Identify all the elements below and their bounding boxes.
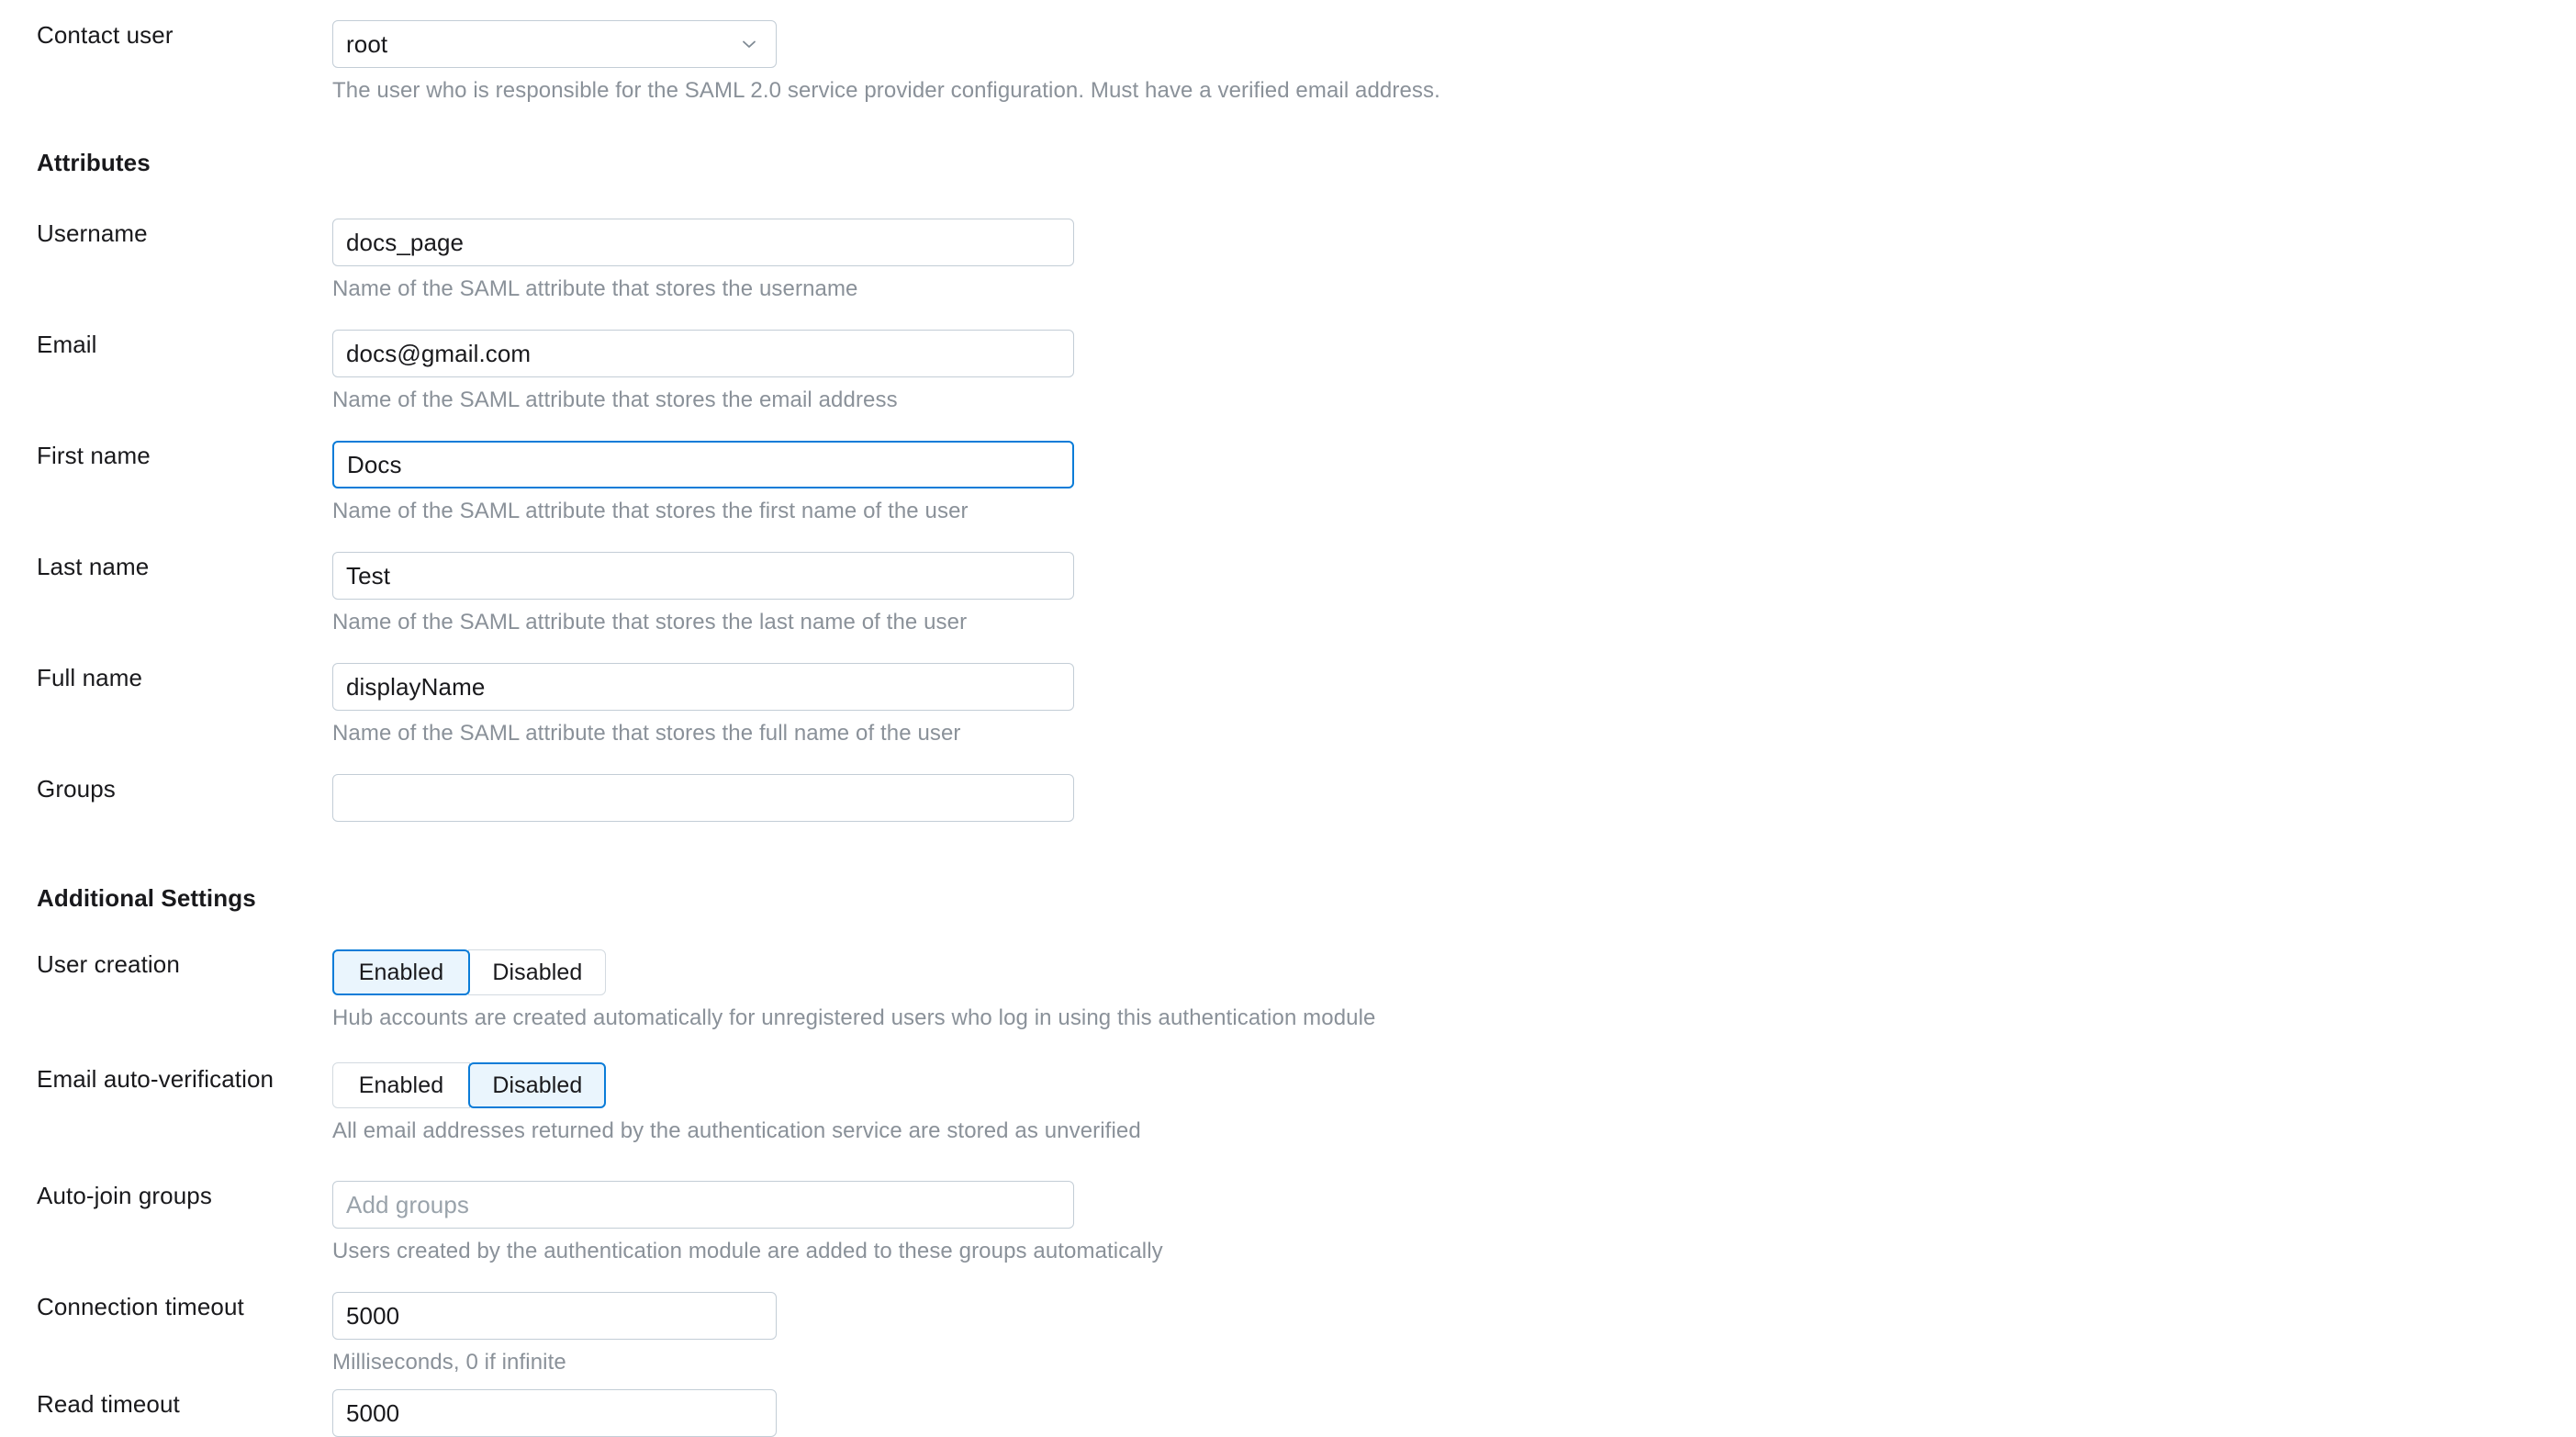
user-creation-option-disabled[interactable]: Disabled (468, 949, 607, 995)
first-name-value: Docs (347, 450, 402, 478)
field-label-first-name: First name (37, 442, 151, 469)
last-name-value: Test (346, 561, 391, 589)
field-help-connection-timeout: Milliseconds, 0 if infinite (332, 1350, 566, 1375)
user-creation-toggle-group: Enabled Disabled (332, 949, 607, 995)
field-help-full-name: Name of the SAML attribute that stores t… (332, 721, 961, 746)
full-name-input[interactable]: displayName (332, 663, 1074, 711)
read-timeout-value: 5000 (346, 1398, 400, 1427)
last-name-input[interactable]: Test (332, 552, 1074, 600)
chevron-down-icon (739, 34, 759, 54)
groups-input[interactable] (332, 774, 1074, 822)
field-help-last-name: Name of the SAML attribute that stores t… (332, 610, 968, 634)
email-auto-verification-option-disabled[interactable]: Disabled (468, 1062, 607, 1108)
field-help-auto-join-groups: Users created by the authentication modu… (332, 1239, 1163, 1263)
field-label-groups: Groups (37, 775, 116, 803)
field-row-contact-user: Contact user root The user who is respon… (0, 20, 2576, 105)
full-name-value: displayName (346, 672, 486, 701)
field-label-email-auto-verification: Email auto-verification (37, 1065, 274, 1093)
field-row-last-name: Last name Test Name of the SAML attribut… (0, 552, 2576, 636)
section-heading-attributes: Attributes (37, 149, 151, 176)
field-label-email: Email (37, 331, 97, 358)
auto-join-groups-input[interactable]: Add groups (332, 1181, 1074, 1229)
first-name-input[interactable]: Docs (332, 441, 1074, 488)
field-label-username: Username (37, 219, 148, 247)
field-help-email: Name of the SAML attribute that stores t… (332, 387, 898, 412)
field-label-last-name: Last name (37, 553, 150, 580)
field-label-full-name: Full name (37, 664, 143, 691)
field-label-user-creation: User creation (37, 950, 180, 978)
field-row-email: Email docs@gmail.com Name of the SAML at… (0, 330, 2576, 414)
connection-timeout-input[interactable]: 5000 (332, 1292, 777, 1340)
saml-settings-page: Contact user root The user who is respon… (0, 0, 2576, 1437)
field-row-auto-join-groups: Auto-join groups Add groups Users create… (0, 1181, 2576, 1265)
field-row-full-name: Full name displayName Name of the SAML a… (0, 663, 2576, 747)
field-help-username: Name of the SAML attribute that stores t… (332, 276, 858, 301)
field-row-first-name: First name Docs Name of the SAML attribu… (0, 441, 2576, 525)
contact-user-value: root (346, 29, 388, 58)
field-row-user-creation: User creation Enabled Disabled Hub accou… (0, 949, 2576, 1032)
field-label-auto-join-groups: Auto-join groups (37, 1182, 212, 1209)
field-label-connection-timeout: Connection timeout (37, 1293, 244, 1320)
contact-user-select[interactable]: root (332, 20, 777, 68)
connection-timeout-value: 5000 (346, 1301, 400, 1330)
email-auto-verification-option-enabled[interactable]: Enabled (332, 1062, 470, 1108)
read-timeout-input[interactable]: 5000 (332, 1389, 777, 1437)
field-row-connection-timeout: Connection timeout 5000 Milliseconds, 0 … (0, 1292, 2576, 1376)
field-row-username: Username docs_page Name of the SAML attr… (0, 219, 2576, 303)
auto-join-groups-placeholder: Add groups (346, 1190, 469, 1218)
field-help-user-creation: Hub accounts are created automatically f… (332, 1005, 1376, 1030)
email-value: docs@gmail.com (346, 339, 532, 367)
field-row-email-auto-verification: Email auto-verification Enabled Disabled… (0, 1062, 2576, 1145)
field-label-contact-user: Contact user (37, 21, 174, 49)
field-help-contact-user: The user who is responsible for the SAML… (332, 78, 1440, 103)
section-heading-additional-settings: Additional Settings (37, 884, 256, 912)
field-label-read-timeout: Read timeout (37, 1390, 180, 1418)
email-auto-verification-toggle-group: Enabled Disabled (332, 1062, 607, 1108)
user-creation-option-enabled[interactable]: Enabled (332, 949, 470, 995)
email-input[interactable]: docs@gmail.com (332, 330, 1074, 377)
username-value: docs_page (346, 228, 465, 256)
field-row-groups: Groups (0, 774, 2576, 822)
field-help-first-name: Name of the SAML attribute that stores t… (332, 499, 969, 523)
username-input[interactable]: docs_page (332, 219, 1074, 266)
field-row-read-timeout: Read timeout 5000 (0, 1389, 2576, 1437)
field-help-email-auto-verification: All email addresses returned by the auth… (332, 1118, 1141, 1143)
